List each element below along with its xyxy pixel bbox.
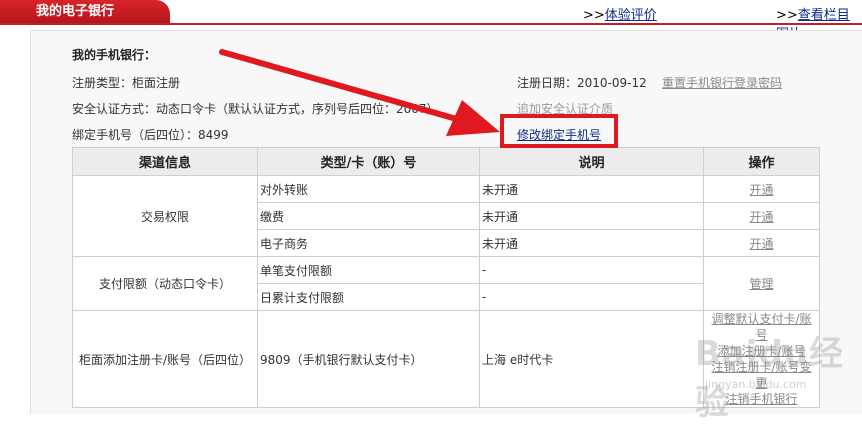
type-cell: 电子商务 xyxy=(257,229,480,257)
channel-counter-card: 柜面添加注册卡/账号（后四位） xyxy=(72,310,258,408)
column-header: 渠道信息 xyxy=(72,147,258,176)
enable-transfer-link[interactable]: 开通 xyxy=(749,183,773,197)
registration-type: 注册类型：柜面注册 xyxy=(72,76,181,90)
desc-cell: 未开通 xyxy=(479,229,704,257)
table-row: 交易权限 对外转账 未开通 开通 xyxy=(72,175,820,257)
type-cell: 对外转账 xyxy=(257,175,480,203)
registration-date: 注册日期：2010-09-12 xyxy=(517,76,647,90)
table-row: 支付限额（动态口令卡） 单笔支付限额 - 管理 xyxy=(72,256,820,311)
manage-limit-link[interactable]: 管理 xyxy=(749,277,773,291)
red-arrow-icon xyxy=(219,49,500,136)
table-header-row: 渠道信息 类型/卡（账）号 说明 操作 xyxy=(72,147,820,176)
watermark: Baidu经验 xyxy=(695,334,845,423)
bound-phone-number: 绑定手机号（后四位）：8499 xyxy=(72,128,229,142)
desc-cell: - xyxy=(479,256,704,284)
desc-cell: 未开通 xyxy=(479,175,704,203)
op-cell: 开通 xyxy=(703,175,820,203)
desc-cell: 上海 e时代卡 xyxy=(479,310,704,408)
header-rule xyxy=(0,23,862,25)
desc-cell: - xyxy=(479,283,704,311)
highlight-box xyxy=(500,114,618,148)
type-cell: 日累计支付限额 xyxy=(257,283,480,311)
feedback-link-arrow: >> xyxy=(583,8,605,23)
feedback-link[interactable]: >>体验评价 xyxy=(583,4,657,23)
column-header: 类型/卡（账）号 xyxy=(257,147,480,176)
enable-ecommerce-link[interactable]: 开通 xyxy=(749,237,773,251)
page-tab-title: 我的电子银行 xyxy=(0,0,170,24)
type-cell: 9809（手机银行默认支付卡） xyxy=(257,310,480,408)
op-cell: 开通 xyxy=(703,229,820,257)
type-cell: 单笔支付限额 xyxy=(257,256,480,284)
column-header: 操作 xyxy=(703,147,820,176)
reset-password-link[interactable]: 重置手机银行登录密码 xyxy=(662,74,782,91)
channel-payment-limit: 支付限额（动态口令卡） xyxy=(72,256,258,311)
op-cell: 开通 xyxy=(703,202,820,230)
type-cell: 缴费 xyxy=(257,202,480,230)
desc-cell: 未开通 xyxy=(479,202,704,230)
watermark-url: jingyan.baidu.com xyxy=(705,378,807,391)
column-header: 说明 xyxy=(479,147,704,176)
channel-trade-permission: 交易权限 xyxy=(72,175,258,257)
column-link-arrow: >> xyxy=(776,8,798,23)
section-title: 我的手机银行： xyxy=(72,48,157,62)
op-cell: 管理 xyxy=(703,256,820,311)
enable-payment-link[interactable]: 开通 xyxy=(749,210,773,224)
feedback-link-label: 体验评价 xyxy=(604,8,657,23)
